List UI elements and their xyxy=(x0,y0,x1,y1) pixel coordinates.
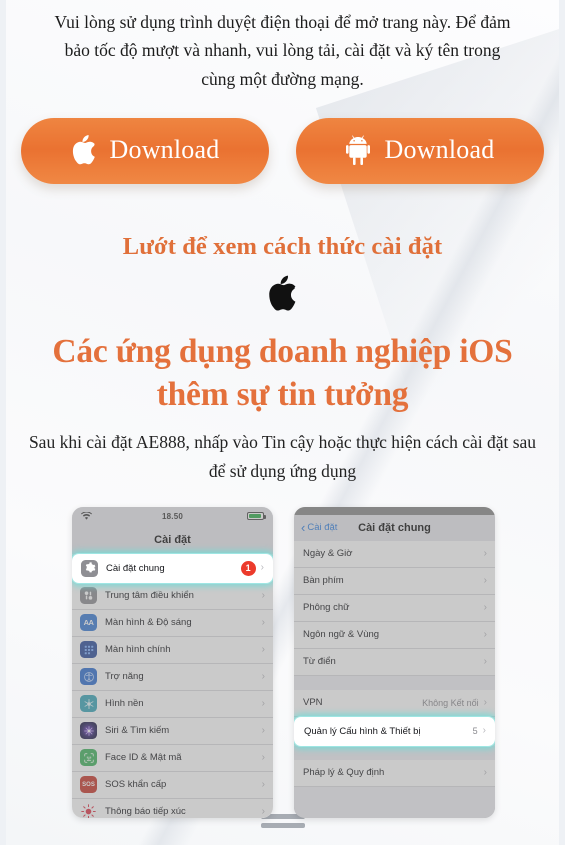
download-android-button[interactable]: Download xyxy=(296,118,544,185)
chevron-right-icon: › xyxy=(261,805,265,817)
general-row-label: Ngày & Giờ xyxy=(303,548,353,560)
back-button-label: Cài đặt xyxy=(307,522,338,534)
general-row-label: Bàn phím xyxy=(303,575,344,587)
general-row-date-time[interactable]: Ngày & Giờ › xyxy=(294,540,495,568)
chevron-right-icon: › xyxy=(482,725,486,737)
chevron-right-icon: › xyxy=(261,589,265,601)
landing-page: Vui lòng sử dụng trình duyệt điện thoại … xyxy=(6,0,559,845)
chevron-right-icon: › xyxy=(260,562,264,574)
general-row-label: Pháp lý & Quy định xyxy=(303,767,385,779)
android-icon xyxy=(345,134,372,168)
chevron-left-icon: ‹ xyxy=(301,519,306,535)
chevron-right-icon: › xyxy=(261,643,265,655)
settings-row-label: Hình nền xyxy=(105,698,144,710)
settings-row-label: Thông báo tiếp xúc xyxy=(105,806,186,818)
download-buttons-row: Download Download xyxy=(6,118,559,185)
general-row-dictionary[interactable]: Từ điển › xyxy=(294,648,495,676)
chevron-right-icon: › xyxy=(483,628,487,640)
general-row-fonts[interactable]: Phông chữ › xyxy=(294,594,495,622)
download-ios-label: Download xyxy=(109,135,220,165)
exposure-notification-icon xyxy=(80,803,97,818)
download-ios-button[interactable]: Download xyxy=(21,118,269,185)
status-bar-time: 18.50 xyxy=(161,511,183,521)
intro-paragraph: Vui lòng sử dụng trình duyệt điện thoại … xyxy=(54,12,511,89)
settings-row-label: Face ID & Mật mã xyxy=(105,752,182,764)
wifi-icon xyxy=(81,512,141,520)
list-section-gap xyxy=(294,786,495,801)
battery-icon xyxy=(204,512,266,521)
face-id-icon xyxy=(80,749,97,767)
phone-mockup-general-settings: ‹ Cài đặt Cài đặt chung Ngày & Giờ › Bàn… xyxy=(294,506,495,818)
settings-row-wallpaper[interactable]: Hình nền › xyxy=(72,690,273,718)
chevron-right-icon: › xyxy=(483,655,487,667)
chevron-right-icon: › xyxy=(483,696,487,708)
general-row-label: Ngôn ngữ & Vùng xyxy=(303,629,380,641)
general-row-value: Không Kết nối xyxy=(422,697,479,708)
general-row-legal-regulatory[interactable]: Pháp lý & Quy định › xyxy=(294,759,495,787)
settings-row-control-center[interactable]: Trung tâm điều khiển › xyxy=(72,582,273,610)
settings-row-label: Trung tâm điều khiển xyxy=(105,590,194,602)
general-row-label: Quản lý Cấu hình & Thiết bị xyxy=(304,725,421,737)
settings-row-exposure[interactable]: Thông báo tiếp xúc › xyxy=(72,798,273,818)
sub-copy: Sau khi cài đặt AE888, nhấp vào Tin cậy … xyxy=(28,432,537,482)
apple-icon xyxy=(71,134,97,168)
settings-row-label: Trợ năng xyxy=(105,671,144,683)
general-row-vpn[interactable]: VPN Không Kết nối › xyxy=(294,689,495,717)
settings-row-label: Cài đặt chung xyxy=(106,562,165,574)
status-bar: 18.50 xyxy=(72,506,273,526)
settings-row-accessibility[interactable]: Trợ năng › xyxy=(72,663,273,691)
settings-row-label: Màn hình chính xyxy=(105,644,171,656)
list-section-gap xyxy=(294,675,495,690)
phone-screenshots: 18.50 Cài đặt Cài đặt chung 1 › Trung tâ… xyxy=(6,506,559,827)
page-title: Các ứng dụng doanh nghiệp iOS thêm sự ti… xyxy=(52,333,513,413)
general-row-keyboard[interactable]: Bàn phím › xyxy=(294,567,495,595)
back-button[interactable]: ‹ Cài đặt xyxy=(301,519,338,535)
status-badge: 1 xyxy=(240,560,256,576)
settings-nav-title: Cài đặt xyxy=(72,525,273,554)
settings-row-face-id[interactable]: Face ID & Mật mã › xyxy=(72,744,273,772)
settings-row-display[interactable]: AA Màn hình & Độ sáng › xyxy=(72,609,273,637)
accessibility-icon xyxy=(80,668,97,686)
general-row-label: Từ điển xyxy=(303,656,336,668)
swipe-heading: Lướt để xem cách thức cài đặt xyxy=(122,233,443,261)
chevron-right-icon: › xyxy=(261,670,265,682)
settings-row-general[interactable]: Cài đặt chung 1 › xyxy=(72,553,273,583)
settings-row-siri[interactable]: Siri & Tìm kiếm › xyxy=(72,717,273,745)
chevron-right-icon: › xyxy=(261,724,265,736)
chevron-right-icon: › xyxy=(261,751,265,763)
download-android-label: Download xyxy=(384,135,495,165)
home-screen-icon xyxy=(80,641,97,659)
settings-row-home-screen[interactable]: Màn hình chính › xyxy=(72,636,273,664)
settings-row-label: SOS khẩn cấp xyxy=(105,779,167,791)
settings-row-label: Màn hình & Độ sáng xyxy=(105,617,192,629)
control-center-icon xyxy=(80,587,97,605)
general-row-language-region[interactable]: Ngôn ngữ & Vùng › xyxy=(294,621,495,649)
chevron-right-icon: › xyxy=(483,547,487,559)
list-section-gap xyxy=(294,745,495,760)
general-row-profile-device-management[interactable]: Quản lý Cấu hình & Thiết bị 5 › xyxy=(294,716,495,746)
display-aa-icon: AA xyxy=(80,614,97,632)
general-settings-list: Ngày & Giờ › Bàn phím › Phông chữ › Ngôn… xyxy=(294,540,495,801)
chevron-right-icon: › xyxy=(483,574,487,586)
chevron-right-icon: › xyxy=(261,697,265,709)
phone-mockup-settings: 18.50 Cài đặt Cài đặt chung 1 › Trung tâ… xyxy=(72,506,273,818)
siri-icon xyxy=(80,722,97,740)
settings-row-sos[interactable]: SOS SOS khẩn cấp › xyxy=(72,771,273,799)
general-nav-title: Cài đặt chung xyxy=(358,521,431,534)
general-row-label: Phông chữ xyxy=(303,602,350,614)
chevron-right-icon: › xyxy=(483,601,487,613)
chevron-right-icon: › xyxy=(261,778,265,790)
settings-list: Cài đặt chung 1 › Trung tâm điều khiển › xyxy=(72,553,273,818)
chevron-right-icon: › xyxy=(483,766,487,778)
settings-row-label: Siri & Tìm kiếm xyxy=(105,725,170,737)
wallpaper-icon xyxy=(80,695,97,713)
sos-icon: SOS xyxy=(80,776,97,794)
general-row-label: VPN xyxy=(303,697,323,709)
general-nav-bar: ‹ Cài đặt Cài đặt chung xyxy=(294,514,495,541)
chevron-right-icon: › xyxy=(261,616,265,628)
general-row-value: 5 xyxy=(472,726,478,737)
apple-logo-icon xyxy=(6,275,559,312)
gear-icon xyxy=(81,559,98,577)
